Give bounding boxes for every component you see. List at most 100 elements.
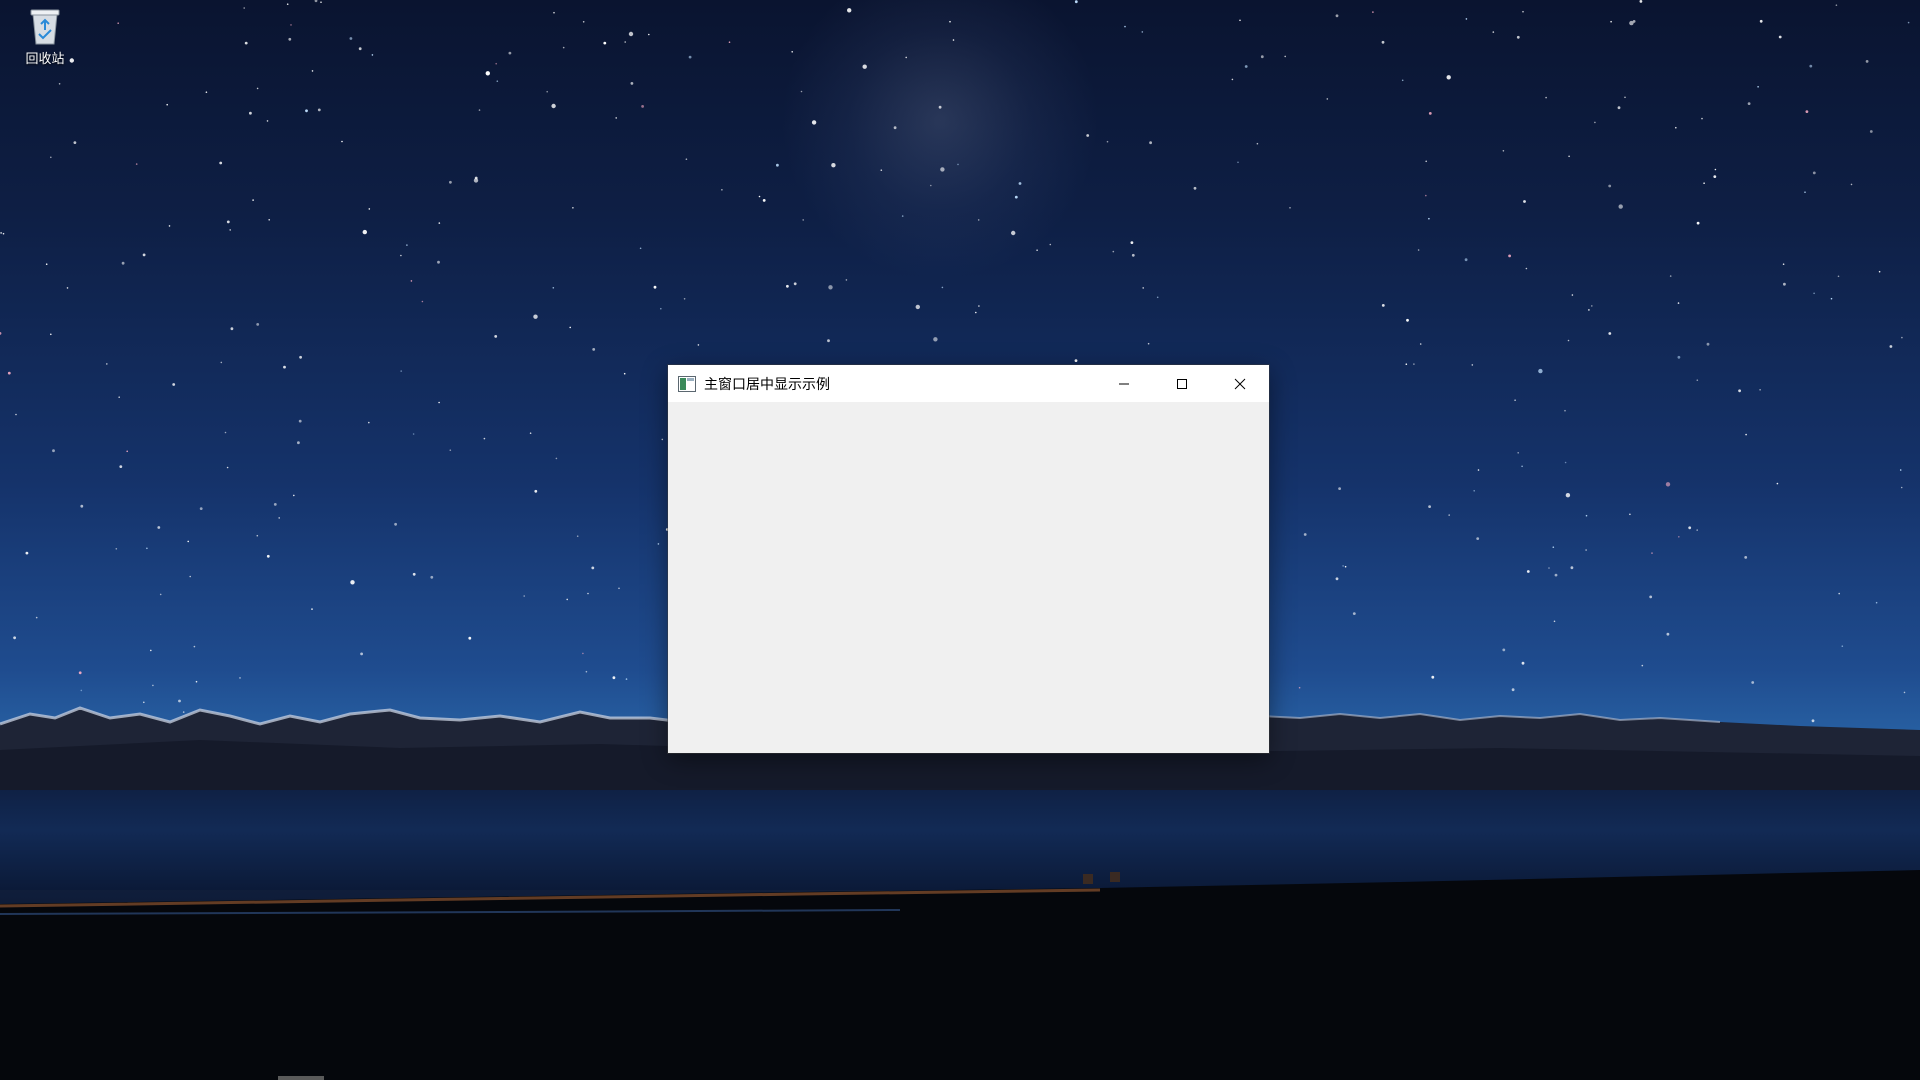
star — [569, 326, 571, 329]
star — [975, 311, 977, 314]
star — [1641, 664, 1644, 667]
star — [135, 163, 138, 165]
star — [1131, 253, 1135, 257]
star — [25, 551, 29, 555]
maximize-button[interactable] — [1153, 365, 1211, 402]
star — [421, 300, 424, 303]
star — [224, 431, 227, 434]
star — [0, 332, 2, 335]
star — [50, 333, 52, 336]
star — [117, 22, 119, 25]
star — [555, 457, 558, 460]
star — [13, 636, 16, 640]
star — [1502, 648, 1506, 652]
window-client-area[interactable] — [668, 402, 1269, 753]
star — [1677, 355, 1681, 359]
star — [786, 284, 789, 288]
star — [1552, 546, 1555, 548]
title-bar[interactable]: 主窗口居中显示示例 — [668, 365, 1269, 402]
star — [1837, 275, 1840, 278]
star — [1759, 19, 1763, 23]
star — [572, 207, 574, 209]
star — [1446, 75, 1451, 80]
star — [1156, 296, 1159, 299]
window-app-icon — [678, 375, 696, 392]
star — [660, 307, 662, 310]
star — [1889, 345, 1893, 348]
star — [400, 370, 403, 372]
star — [1074, 359, 1078, 362]
star — [1431, 675, 1435, 679]
star — [205, 91, 208, 93]
star — [585, 670, 588, 673]
star — [612, 676, 616, 680]
star — [862, 64, 867, 69]
star — [150, 649, 152, 652]
star — [1850, 183, 1853, 186]
star — [1492, 31, 1495, 33]
star — [721, 189, 723, 191]
star — [1585, 514, 1588, 517]
star — [1665, 482, 1671, 487]
star — [1553, 620, 1556, 623]
star — [534, 489, 538, 493]
minimize-button[interactable] — [1095, 365, 1153, 402]
star — [1508, 254, 1511, 258]
star — [152, 684, 154, 687]
star — [1608, 332, 1612, 335]
star — [118, 396, 120, 399]
star — [1696, 379, 1699, 382]
star — [648, 33, 650, 36]
star — [615, 117, 617, 119]
star — [478, 109, 481, 111]
star — [1516, 35, 1520, 39]
star — [1618, 204, 1623, 209]
star — [566, 598, 568, 601]
star — [1130, 241, 1134, 245]
star — [199, 507, 203, 510]
star — [1014, 195, 1018, 199]
star — [1548, 567, 1550, 569]
star — [1907, 21, 1910, 24]
star — [791, 51, 793, 53]
star — [256, 87, 259, 90]
star — [1804, 191, 1806, 193]
star — [1106, 140, 1109, 143]
star — [628, 31, 634, 37]
star — [1696, 221, 1700, 225]
star — [290, 24, 292, 26]
star — [1783, 282, 1786, 286]
star — [1629, 513, 1631, 516]
star — [1610, 20, 1612, 23]
star — [193, 645, 196, 648]
star — [1142, 287, 1144, 289]
star — [371, 54, 374, 56]
star — [483, 437, 486, 440]
star — [58, 83, 61, 85]
star — [949, 20, 951, 23]
star — [1401, 79, 1404, 82]
star — [1554, 573, 1558, 577]
star — [905, 56, 907, 59]
star — [266, 554, 270, 558]
star — [1526, 570, 1530, 573]
star — [1744, 556, 1748, 559]
star — [1517, 452, 1519, 454]
star — [349, 37, 353, 40]
star — [1757, 86, 1759, 88]
star — [1521, 661, 1525, 665]
close-button[interactable] — [1211, 365, 1269, 402]
star — [1878, 270, 1881, 273]
star — [35, 616, 38, 619]
star — [529, 432, 532, 435]
main-window[interactable]: 主窗口居中显示示例 — [668, 365, 1269, 753]
star — [1231, 78, 1234, 81]
star — [305, 109, 308, 113]
star — [293, 494, 295, 497]
star — [1284, 55, 1286, 58]
desktop-icon-recycle-bin[interactable]: 回收站 — [14, 6, 76, 68]
star — [915, 304, 920, 310]
star — [1835, 4, 1838, 6]
star — [1335, 577, 1339, 581]
star — [553, 11, 555, 14]
